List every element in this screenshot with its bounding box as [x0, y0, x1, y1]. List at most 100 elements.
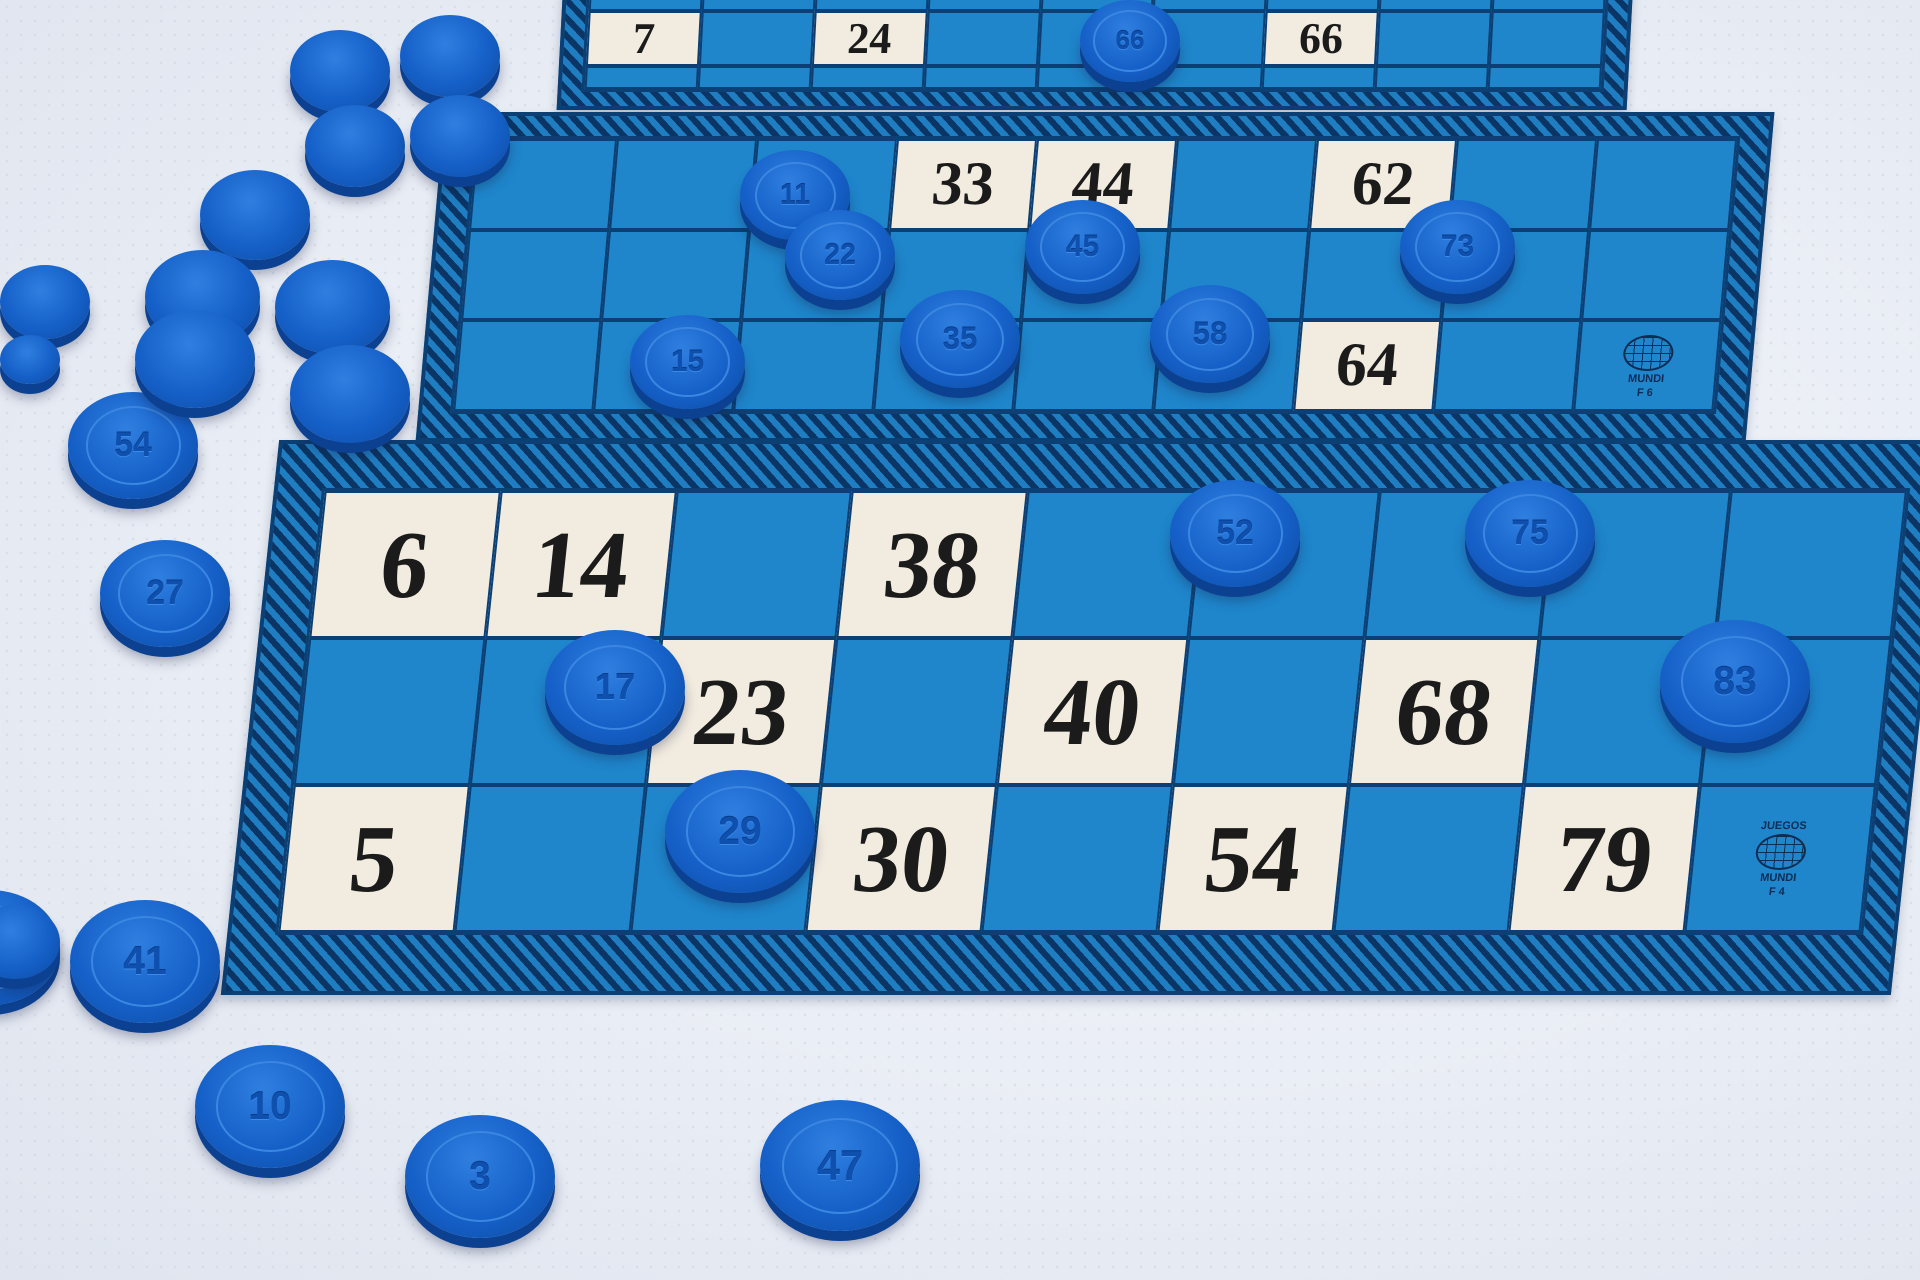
card-logo: JUEGOS MUNDI F 4 [1684, 785, 1876, 932]
card-blank-cell [1581, 229, 1730, 321]
token-number: 22 [799, 221, 881, 289]
token-number: 54 [85, 405, 181, 485]
card-number-cell: 14 [485, 491, 677, 638]
bingo-token[interactable]: 73 [1400, 200, 1515, 295]
bingo-token[interactable]: 58 [1150, 285, 1270, 384]
bingo-token[interactable]: 66 [1080, 0, 1180, 82]
token-number: 3 [425, 1131, 535, 1222]
card-number-cell: 79 [1508, 785, 1701, 932]
bingo-token[interactable]: 27 [100, 540, 230, 647]
token-number: 27 [117, 553, 213, 633]
card-blank-cell [810, 65, 925, 89]
card-blank-cell [1376, 10, 1492, 66]
card-blank-cell [1489, 10, 1605, 66]
card-blank-cell [927, 0, 1042, 11]
bingo-token[interactable]: 45 [1025, 200, 1140, 295]
bingo-token[interactable]: 17 [545, 630, 685, 745]
token-number: 47 [782, 1117, 898, 1214]
token-number: 66 [1093, 10, 1167, 72]
bingo-token[interactable]: 47 [760, 1100, 920, 1232]
logo-brand-top: JUEGOS [1760, 819, 1808, 832]
bingo-token[interactable]: 3 [405, 1115, 555, 1238]
card-blank-cell [924, 10, 1041, 66]
card-blank-cell [821, 638, 1013, 785]
card-blank-cell [609, 139, 758, 230]
bingo-card-bottom: 6 14 38 23 40 68 5 30 54 79 JUEGOS MUNDI F 4 [220, 440, 1920, 995]
card-blank-cell [1433, 320, 1582, 411]
card-grid: 6 14 38 23 40 68 5 30 54 79 JUEGOS MUNDI F 4 [275, 488, 1911, 935]
card-blank-cell [697, 65, 812, 89]
card-blank-cell [1589, 139, 1738, 230]
token-number: 45 [1040, 212, 1125, 283]
token-number: 83 [1680, 636, 1790, 727]
token-number: 75 [1482, 493, 1578, 573]
card-number-cell: 6 [309, 491, 501, 638]
card-blank-cell [588, 0, 703, 11]
card-number-cell: 54 [1157, 785, 1349, 932]
card-blank-cell [584, 65, 699, 89]
bingo-token[interactable]: 54 [68, 392, 198, 499]
logo-code: F 4 [1768, 885, 1786, 898]
card-blank-cell [1262, 65, 1377, 89]
card-number-cell: 33 [889, 139, 1038, 230]
card-number-cell: 7 [585, 10, 702, 66]
card-blank-cell [1491, 0, 1607, 11]
bingo-token[interactable]: 52 [1170, 480, 1300, 587]
card-blank-cell [1153, 0, 1268, 11]
card-blank-cell [1374, 65, 1490, 89]
bingo-token[interactable]: 35 [900, 290, 1020, 389]
card-number-cell: 66 [1263, 10, 1380, 66]
card-blank-cell [660, 491, 853, 638]
token-number: 58 [1166, 297, 1254, 371]
card-blank-cell [1013, 320, 1162, 411]
bingo-token-unlabeled[interactable] [290, 345, 410, 444]
bingo-token[interactable]: 15 [630, 315, 745, 410]
card-blank-cell [923, 65, 1038, 89]
card-number-cell: 30 [805, 785, 998, 932]
card-blank-cell [293, 638, 486, 785]
bingo-token-unlabeled[interactable] [305, 105, 405, 187]
token-number: 15 [645, 327, 730, 398]
bingo-token[interactable]: 29 [665, 770, 815, 893]
token-number: 73 [1415, 212, 1500, 283]
card-blank-cell [698, 10, 815, 66]
logo-brand-bottom: MUNDI [1759, 871, 1797, 884]
card-blank-cell [1172, 638, 1365, 785]
bingo-token-unlabeled[interactable] [0, 335, 60, 385]
bingo-token-unlabeled[interactable] [290, 30, 390, 112]
card-number-cell: 5 [278, 785, 470, 932]
card-blank-cell [733, 320, 882, 411]
bingo-token-unlabeled[interactable] [0, 265, 90, 339]
bingo-token[interactable]: 10 [195, 1045, 345, 1168]
token-number: 29 [685, 786, 795, 877]
token-number: 52 [1187, 493, 1283, 573]
card-blank-cell [1333, 785, 1525, 932]
token-number: 17 [564, 645, 666, 730]
card-number-cell: 24 [811, 10, 928, 66]
card-number-cell: 38 [836, 491, 1028, 638]
bingo-token-unlabeled[interactable] [400, 15, 500, 97]
bingo-token[interactable]: 41 [70, 900, 220, 1023]
bingo-token-unlabeled[interactable] [135, 310, 255, 409]
card-blank-cell [1379, 0, 1494, 11]
card-blank-cell [981, 785, 1173, 932]
card-blank-cell [454, 785, 646, 932]
bingo-token-unlabeled[interactable] [410, 95, 510, 177]
card-blank-cell [1266, 0, 1381, 11]
bingo-token[interactable]: 22 [785, 210, 895, 301]
card-blank-cell [701, 0, 816, 11]
token-number: 10 [215, 1061, 325, 1152]
logo-code: F 6 [1636, 386, 1654, 399]
card-blank-cell [814, 0, 929, 11]
bingo-token-unlabeled[interactable] [200, 170, 310, 261]
logo-brand-bottom: MUNDI [1627, 372, 1665, 385]
bingo-token[interactable]: 83 [1660, 620, 1810, 743]
globe-icon [1754, 833, 1808, 870]
card-blank-cell [453, 320, 602, 411]
card-number-cell: 64 [1293, 320, 1442, 411]
token-number: 35 [916, 302, 1004, 376]
bingo-token[interactable]: 75 [1465, 480, 1595, 587]
card-blank-cell [1487, 65, 1602, 89]
card-blank-cell [601, 229, 750, 321]
bingo-token-unlabeled[interactable] [275, 260, 390, 355]
